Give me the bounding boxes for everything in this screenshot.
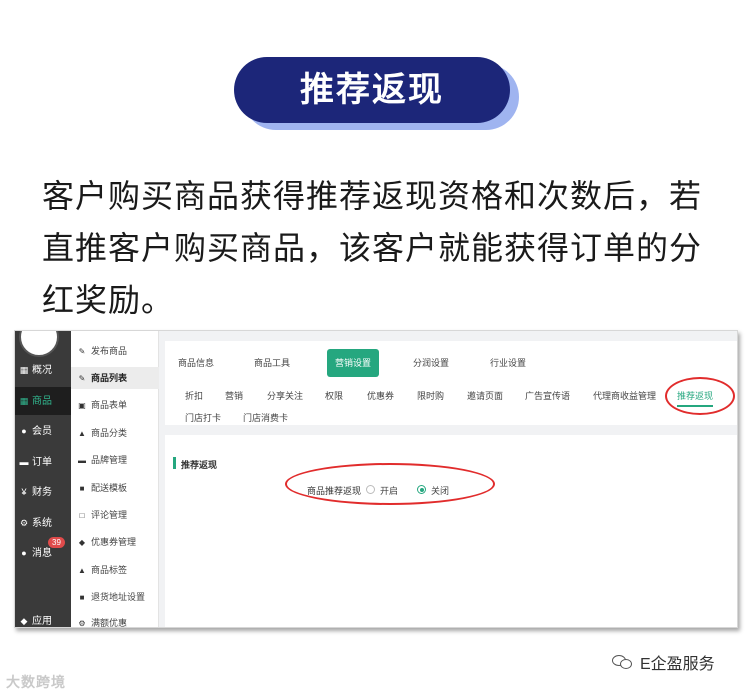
sitemap-icon: ▲ bbox=[78, 566, 86, 575]
menu-item-publish-goods[interactable]: ✎ 发布商品 bbox=[71, 340, 159, 362]
grid-icon: ▦ bbox=[19, 396, 29, 406]
subtab-share-follow[interactable]: 分享关注 bbox=[267, 389, 303, 402]
apps-icon: ◆ bbox=[20, 616, 28, 626]
menu-item-brand-manage[interactable]: ▬ 品牌管理 bbox=[71, 449, 159, 471]
menu-item-full-discount[interactable]: ⚙ 满额优惠 bbox=[71, 612, 159, 628]
sidebar-item-apps[interactable]: ◆ 应用 bbox=[15, 607, 71, 627]
home-icon: ▦ bbox=[19, 365, 29, 375]
users-icon: ● bbox=[21, 426, 27, 436]
wechat-icon bbox=[612, 654, 634, 670]
highlight-ring-subtab bbox=[665, 377, 735, 415]
page-title: 推荐返现 bbox=[234, 57, 510, 123]
sidebar-item-goods[interactable]: ▦ 商品 bbox=[15, 387, 71, 415]
menu-item-review-manage[interactable]: □ 评论管理 bbox=[71, 504, 159, 526]
truck-icon: ■ bbox=[79, 484, 85, 493]
form-icon: ▣ bbox=[78, 401, 86, 410]
menu-item-goods-category[interactable]: ▲ 商品分类 bbox=[71, 422, 159, 444]
chat-icon: ● bbox=[21, 548, 27, 558]
avatar[interactable] bbox=[19, 331, 59, 357]
section-accent-bar bbox=[173, 457, 176, 469]
sitemap-icon: ▲ bbox=[78, 429, 86, 438]
admin-screenshot: ▦ 概况 ▦ 商品 ● 会员 ▬ 订单 ¥ 财务 ⚙ 系统 ● 消息 39 ◆ 应用 ✎ 发布商品… bbox=[14, 330, 738, 628]
subtab-store-card[interactable]: 门店消费卡 bbox=[243, 411, 288, 424]
main-content: 商品信息 商品工具 营销设置 分润设置 行业设置 折扣 营销 分享关注 权限 优… bbox=[165, 341, 737, 627]
divider bbox=[165, 425, 737, 435]
tab-goods-tools[interactable]: 商品工具 bbox=[251, 349, 293, 377]
message-count-badge: 39 bbox=[48, 537, 65, 548]
gear-icon: ⚙ bbox=[78, 619, 86, 628]
tab-profit-settings[interactable]: 分润设置 bbox=[410, 349, 452, 377]
subtab-flash-sale[interactable]: 限时购 bbox=[417, 389, 444, 402]
tab-marketing-settings[interactable]: 营销设置 bbox=[327, 349, 379, 377]
tab-goods-info[interactable]: 商品信息 bbox=[175, 349, 217, 377]
subtab-agent-revenue[interactable]: 代理商收益管理 bbox=[593, 389, 656, 402]
sidebar-item-finance[interactable]: ¥ 财务 bbox=[15, 478, 71, 506]
yen-icon: ¥ bbox=[21, 487, 27, 497]
subtab-ad-slogan[interactable]: 广告宣传语 bbox=[525, 389, 570, 402]
watermark-left: 大数跨境 bbox=[6, 674, 66, 690]
subtab-store-checkin[interactable]: 门店打卡 bbox=[185, 411, 221, 424]
brand-icon: ▬ bbox=[78, 456, 86, 465]
menu-item-goods-tags[interactable]: ▲ 商品标签 bbox=[71, 559, 159, 581]
menu-item-coupon-manage[interactable]: ◆ 优惠券管理 bbox=[71, 531, 159, 553]
subtab-discount[interactable]: 折扣 bbox=[185, 389, 203, 402]
list-icon: ✎ bbox=[78, 374, 86, 383]
secondary-sidebar: ✎ 发布商品 ✎ 商品列表 ▣ 商品表单 ▲ 商品分类 ▬ 品牌管理 ■ 配送模板 □ 评论管… bbox=[71, 331, 159, 628]
tag-icon: ◆ bbox=[78, 538, 86, 547]
menu-item-shipping-template[interactable]: ■ 配送模板 bbox=[71, 477, 159, 499]
comment-icon: □ bbox=[79, 511, 85, 520]
primary-sidebar: ▦ 概况 ▦ 商品 ● 会员 ▬ 订单 ¥ 财务 ⚙ 系统 ● 消息 39 ◆ 应用 bbox=[15, 331, 71, 627]
highlight-ring-option bbox=[285, 463, 495, 505]
subtab-coupon[interactable]: 优惠券 bbox=[367, 389, 394, 402]
sidebar-item-system[interactable]: ⚙ 系统 bbox=[15, 509, 71, 537]
publish-icon: ✎ bbox=[78, 347, 86, 356]
truck-icon: ■ bbox=[79, 593, 85, 602]
intro-paragraph: 客户购买商品获得推荐返现资格和次数后，若直推客户购买商品，该客户就能获得订单的分… bbox=[42, 177, 703, 319]
brand-name: E企盈服务 bbox=[640, 656, 715, 673]
menu-item-goods-list[interactable]: ✎ 商品列表 bbox=[71, 367, 159, 389]
sidebar-item-overview[interactable]: ▦ 概况 bbox=[15, 356, 71, 384]
brand-right: E企盈服务 bbox=[612, 650, 715, 674]
gear-icon: ⚙ bbox=[19, 518, 29, 528]
subtab-invite-page[interactable]: 邀请页面 bbox=[467, 389, 503, 402]
subtab-marketing[interactable]: 营销 bbox=[225, 389, 243, 402]
menu-item-goods-form[interactable]: ▣ 商品表单 bbox=[71, 394, 159, 416]
menu-item-return-address[interactable]: ■ 退货地址设置 bbox=[71, 586, 159, 608]
section-title: 推荐返现 bbox=[181, 460, 218, 470]
sidebar-item-members[interactable]: ● 会员 bbox=[15, 417, 71, 445]
sidebar-item-orders[interactable]: ▬ 订单 bbox=[15, 448, 71, 476]
subtab-permission[interactable]: 权限 bbox=[325, 389, 343, 402]
tab-industry-settings[interactable]: 行业设置 bbox=[487, 349, 529, 377]
cart-icon: ▬ bbox=[19, 457, 29, 467]
